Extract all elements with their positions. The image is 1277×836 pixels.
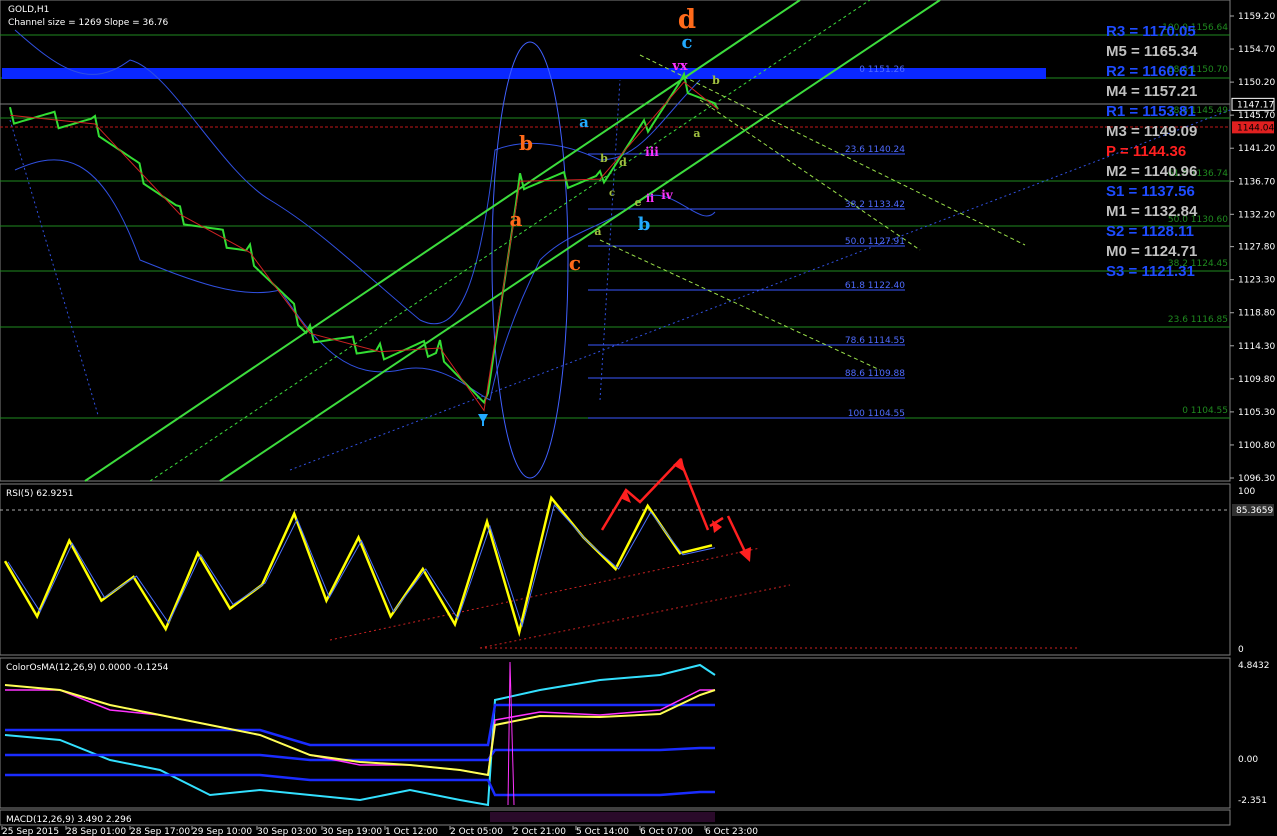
pivot-level: M3 = 1149.09 (1106, 123, 1197, 140)
pivot-level: M1 = 1132.84 (1106, 203, 1198, 220)
fib-level-label: 50.0 1127.91 (845, 237, 905, 247)
main-panel: dcvxbaabacbiiiiviib dcea 100.0 1156.6488.… (0, 0, 1231, 482)
pivot-level: S1 = 1137.56 (1106, 183, 1195, 200)
wave-label: iv (661, 188, 674, 202)
price-tick-label: 1141.20 (1238, 144, 1275, 154)
price-tick-label: 1100.80 (1238, 441, 1275, 451)
fib-level-label: 78.6 1114.55 (845, 336, 905, 346)
price-tick-label: 1136.70 (1238, 177, 1275, 187)
price-tick-label: 1154.70 (1238, 45, 1275, 55)
fib-level-label: 23.6 1140.24 (845, 145, 905, 155)
price-tick-label: 1118.80 (1238, 309, 1275, 319)
wave-label: d (619, 156, 627, 169)
wave-label: c (682, 32, 693, 53)
wave-label: b (519, 131, 533, 155)
osma-title: ColorOsMA(12,26,9) 0.0000 -0.1254 (6, 663, 169, 673)
time-tick-label: 6 Oct 23:00 (705, 827, 758, 836)
time-axis: 25 Sep 2015 28 Sep 01:00 28 Sep 17:00 29 Se… (1, 826, 758, 836)
osma-tick-label: 0.00 (1238, 755, 1258, 765)
time-tick-label: 5 Oct 14:00 (576, 827, 629, 836)
price-tick-label: 1159.20 (1238, 12, 1275, 22)
price-axis: 1159.20 1154.70 1150.20 1145.70 1141.20 1136.… (1230, 12, 1275, 806)
macd-title: MACD(12,26,9) 3.490 2.296 (6, 815, 132, 825)
rsi-panel: RSI(5) 62.9251 (0, 457, 1231, 656)
wave-label: ii (646, 192, 654, 205)
fib-right-label: 23.6 1116.85 (1168, 315, 1228, 325)
macd-panel: MACD(12,26,9) 3.490 2.296 (0, 809, 1231, 826)
price-tick-label: 1145.70 (1238, 111, 1275, 121)
time-tick-label: 2 Oct 21:00 (513, 827, 566, 836)
pivot-level: R1 = 1153.81 (1106, 103, 1196, 120)
fib-level-label: 38.2 1133.42 (845, 200, 905, 210)
time-tick-label: 2 Oct 05:00 (450, 827, 503, 836)
price-tick-label: 1096.30 (1238, 474, 1275, 484)
time-tick-label: 25 Sep 2015 (2, 827, 59, 836)
price-tick-label: 1150.20 (1238, 78, 1275, 88)
time-tick-label: 28 Sep 17:00 (130, 827, 190, 836)
wave-label: a (594, 225, 601, 238)
pivot-level: M2 = 1140.96 (1106, 163, 1197, 180)
pivot-level: M5 = 1165.34 (1106, 43, 1198, 60)
wave-label: d (678, 5, 696, 35)
pivot-level: M4 = 1157.21 (1106, 83, 1197, 100)
fib-level-label: 100 1104.55 (848, 409, 905, 419)
chart-subtitle: Channel size = 1269 Slope = 36.76 (8, 18, 169, 28)
fib-level-label: 0 1151.26 (859, 65, 905, 75)
wave-label: a (693, 127, 700, 140)
trading-chart: dcvxbaabacbiiiiviib dcea 100.0 1156.6488.… (0, 0, 1275, 836)
wave-label: a (579, 113, 589, 131)
rsi-level-label: 85.3659 (1236, 506, 1273, 516)
time-tick-label: 28 Sep 01:00 (66, 827, 126, 836)
price-tick-label: 1105.30 (1238, 408, 1275, 418)
wave-label: a (510, 207, 523, 231)
pivot-level: M0 = 1124.71 (1106, 243, 1197, 260)
pivot-level: R3 = 1170.05 (1106, 23, 1196, 40)
wave-label: c (609, 188, 615, 199)
wave-label: e (635, 196, 642, 209)
price-tick-label: 1109.80 (1238, 375, 1275, 385)
fib-right-label: 0 1104.55 (1182, 406, 1228, 416)
osma-panel: ColorOsMA(12,26,9) 0.0000 -0.1254 (0, 657, 1231, 809)
pivot-level: S2 = 1128.11 (1106, 223, 1194, 240)
time-tick-label: 6 Oct 07:00 (640, 827, 693, 836)
wave-label: b (600, 152, 608, 165)
osma-tick-label: 4.8432 (1238, 661, 1270, 671)
price-tick-label: 1132.20 (1238, 210, 1275, 220)
time-tick-label: 30 Sep 03:00 (257, 827, 317, 836)
wave-label: b (712, 74, 720, 87)
price-tick-label: 1123.30 (1238, 276, 1275, 286)
current-price-label: 1147.17 (1237, 100, 1274, 110)
pivot-level: P = 1144.36 (1106, 143, 1186, 160)
pivot-level: S3 = 1121.31 (1106, 263, 1195, 280)
fib-level-label: 61.8 1122.40 (845, 281, 905, 291)
time-tick-label: 1 Oct 12:00 (385, 827, 438, 836)
wave-label: vx (671, 59, 688, 74)
rsi-title: RSI(5) 62.9251 (6, 489, 73, 499)
fib-level-label: 88.6 1109.88 (845, 369, 905, 379)
price-tick-label: 1127.80 (1238, 243, 1275, 253)
wave-label: iii (645, 145, 659, 159)
chart-title: GOLD,H1 (8, 5, 49, 15)
rsi-tick-100: 100 (1238, 487, 1255, 497)
time-tick-label: 29 Sep 10:00 (192, 827, 252, 836)
time-tick-label: 30 Sep 19:00 (322, 827, 382, 836)
pivot-level: R2 = 1160.61 (1106, 63, 1196, 80)
rsi-tick-0: 0 (1238, 645, 1244, 655)
price-tick-label: 1114.30 (1238, 342, 1275, 352)
wave-label: b (638, 214, 651, 235)
osma-tick-label: -2.351 (1238, 796, 1267, 806)
pivot-price-label: 1144.04 (1237, 123, 1274, 133)
wave-label: c (569, 251, 581, 275)
